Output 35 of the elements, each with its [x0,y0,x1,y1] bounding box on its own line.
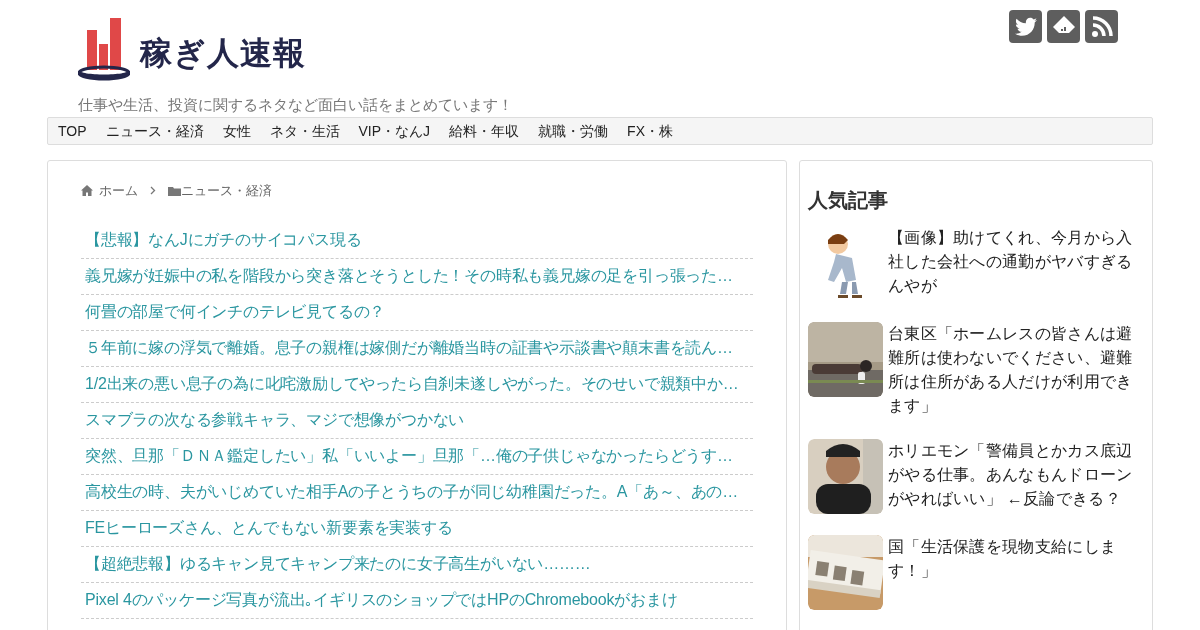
nav-link[interactable]: TOP [58,120,87,142]
article-link[interactable]: Pixel 4のパッケージ写真が流出｡イギリスのショップではHPのChromebookがおまけ [85,590,678,610]
sidebar-heading: 人気記事 [808,188,889,213]
breadcrumb-link[interactable]: ホーム [99,181,138,201]
nav-link[interactable]: ニュース・経済 [105,120,204,142]
article-link[interactable]: 突然、旦那「ＤＮＡ鑑定したい」私「いいよー」旦那「…俺の子供じゃなかったらどうす… [85,446,733,466]
popular-article-link[interactable]: 【画像】助けてくれ、今月から入社した会社への通勤がヤバすぎるんやが [888,226,1144,301]
site-title[interactable]: 稼ぎ人速報 [140,37,306,69]
folder-icon [168,185,181,196]
article-link[interactable]: 【超絶悲報】ゆるキャン見てキャンプ来たのに女子高生がいない……… [85,554,591,574]
nav-link[interactable]: 就職・労働 [538,120,609,142]
article-link[interactable]: 1/2出来の悪い息子の為に叱咤激励してやったら自刹未遂しやがった。そのせいで親類中か… [85,374,739,394]
logo-icon [78,18,130,81]
chevron-icon [150,186,156,196]
popular-article-link[interactable]: 台東区「ホームレスの皆さんは避難所は使わないでください、避難所は住所がある人だけが利用できます」 [888,322,1144,418]
article-link[interactable]: 義兄嫁が妊娠中の私を階段から突き落とそうとした！その時私も義兄嫁の足を引っ張った… [85,266,733,286]
nav-link[interactable]: FX・株 [627,120,673,142]
article-link[interactable]: 何畳の部屋で何インチのテレビ見てるの？ [85,302,386,322]
article-link[interactable]: 【悲報】なんJにガチのサイコパス現る [85,230,362,250]
article-link[interactable]: スマブラの次なる参戦キャラ、マジで想像がつかない [85,410,465,430]
popular-article-link[interactable]: ホリエモン「警備員とかカス底辺がやる仕事。あんなもんドローンがやればいい」 ←反論できる？ [888,439,1144,514]
popular-article-link[interactable]: 国「生活保護を現物支給にします！」 [888,535,1144,610]
article-link[interactable]: FEヒーローズさん、とんでもない新要素を実装する [85,518,453,538]
article-link[interactable]: 高校生の時、夫がいじめていた相手Aの子とうちの子が同じ幼稚園だった。A「あ～、あの… [85,482,738,502]
rss-icon[interactable] [1085,10,1118,43]
nav-link[interactable]: 女性 [222,120,251,142]
article-link[interactable]: ５年前に嫁の浮気で離婚。息子の親権は嫁側だが離婚当時の証書や示談書や顛末書を読ん… [85,338,733,358]
nav-link[interactable]: VIP・なんJ [358,120,431,142]
nav-link[interactable]: ネタ・生活 [269,120,340,142]
home-icon [81,185,93,197]
breadcrumb-link[interactable]: ニュース・経済 [181,181,272,201]
site-tagline: 仕事や生活、投資に関するネタなど面白い話をまとめています！ [77,95,514,115]
twitter-icon[interactable] [1009,10,1042,43]
nav-link[interactable]: 給料・年収 [449,120,520,142]
feedly-icon[interactable] [1047,10,1080,43]
